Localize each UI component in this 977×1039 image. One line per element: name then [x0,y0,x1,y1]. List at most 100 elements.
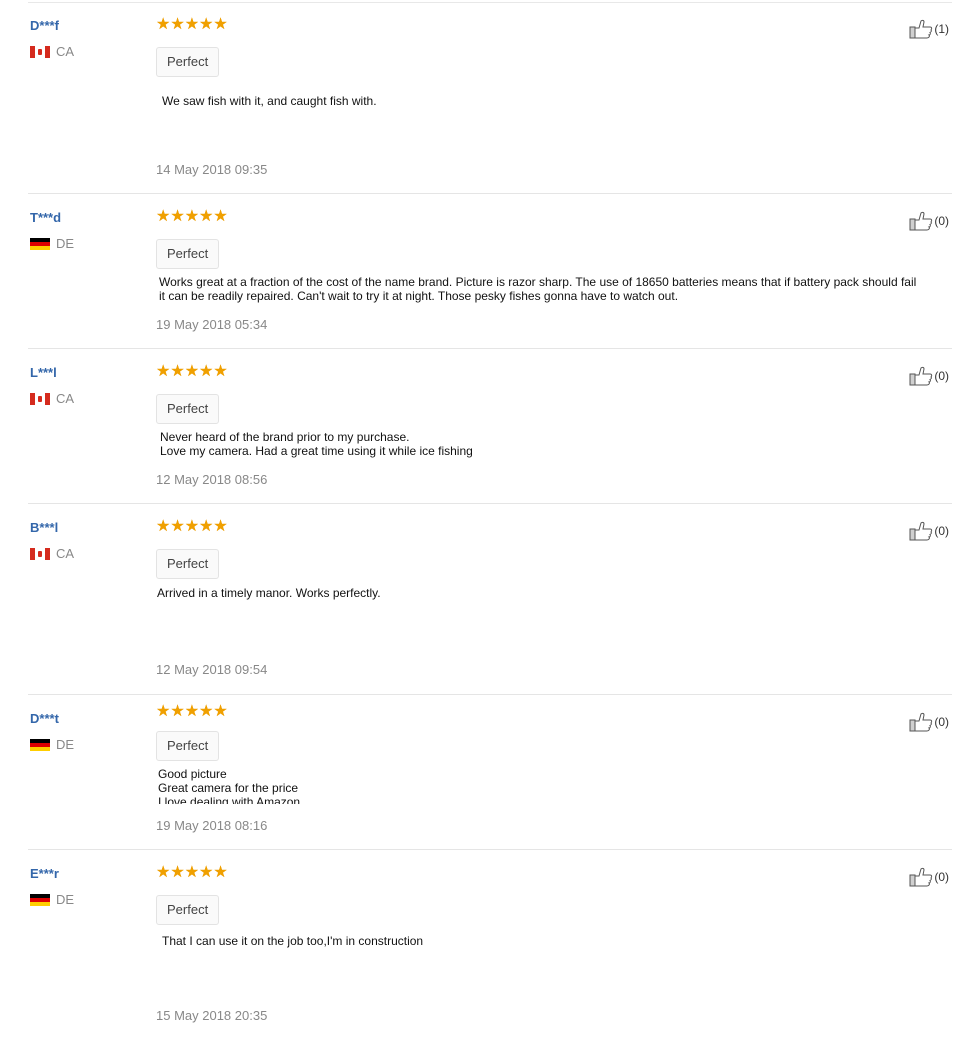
star-icon: ★ [213,16,228,33]
reviewer-name[interactable]: L***l [30,365,57,380]
thumbs-up-icon [909,712,933,732]
reviewer-name[interactable]: D***t [30,711,59,726]
reviewer-name[interactable]: D***f [30,18,59,33]
reviewer-country: DE [30,737,74,752]
review-date: 12 May 2018 09:54 [156,662,268,677]
star-rating: ★ ★ ★ ★ ★ [156,208,228,226]
review-text-line: We saw fish with it, and caught fish wit… [162,94,377,108]
reviewer-name[interactable]: E***r [30,866,59,881]
star-icon: ★ [156,518,171,535]
star-rating: ★ ★ ★ ★ ★ [156,703,228,721]
helpful-button[interactable]: (0) [909,867,949,887]
canada-flag-icon [30,392,50,405]
reviewer-country: DE [30,892,74,907]
germany-flag-icon [30,893,50,906]
germany-flag-icon [30,738,50,751]
review-date: 14 May 2018 09:35 [156,162,268,177]
reviewer-name[interactable]: T***d [30,210,61,225]
review-text: Good picture Great camera for the price … [158,767,948,804]
review-text-line: Love my camera. Had a great time using i… [160,444,473,458]
review-text-line: Never heard of the brand prior to my pur… [160,430,410,444]
rating-label-badge: Perfect [156,549,220,579]
star-icon: ★ [213,363,228,380]
germany-flag-icon [30,237,50,250]
review-date: 15 May 2018 20:35 [156,1008,268,1023]
star-icon: ★ [170,518,185,535]
helpful-button[interactable]: (0) [909,211,949,231]
star-icon: ★ [156,703,171,720]
star-icon: ★ [199,518,214,535]
star-icon: ★ [199,864,214,881]
rating-label-badge: Perfect [156,239,220,269]
star-icon: ★ [184,864,200,881]
star-rating: ★ ★ ★ ★ ★ [156,864,228,882]
reviewer-country: CA [30,391,74,406]
star-icon: ★ [184,703,200,720]
helpful-button[interactable]: (0) [909,521,949,541]
review-item: E***r DE ★ ★ ★ ★ ★ Perfect That I can use it… [0,850,977,1039]
review-text-line: it can be readily repaired. Can't wait t… [159,289,679,303]
helpful-count: (0) [934,715,949,729]
helpful-button[interactable]: (0) [909,366,949,386]
star-icon: ★ [213,703,228,720]
review-text-line: That I can use it on the job too,I'm in … [162,934,424,948]
star-icon: ★ [184,16,200,33]
helpful-count: (0) [934,214,949,228]
review-text: Never heard of the brand prior to my pur… [160,430,950,458]
helpful-count: (0) [934,870,949,884]
review-text-line: I love dealing with Amazon [158,795,301,804]
star-icon: ★ [156,864,171,881]
helpful-count: (0) [934,369,949,383]
canada-flag-icon [30,547,50,560]
rating-label-badge: Perfect [156,47,220,77]
thumbs-up-icon [909,521,933,541]
country-code: DE [56,737,75,752]
review-item: T***d DE ★ ★ ★ ★ ★ Perfect Works great at a … [0,194,977,349]
star-rating: ★ ★ ★ ★ ★ [156,363,228,381]
review-text-line: Good picture [158,767,227,781]
review-text: That I can use it on the job too,I'm in … [162,934,952,948]
star-icon: ★ [170,16,185,33]
helpful-button[interactable]: (1) [909,19,949,39]
star-icon: ★ [184,208,200,225]
review-text-line: Arrived in a timely manor. Works perfect… [157,586,381,600]
star-icon: ★ [213,864,228,881]
review-date: 12 May 2018 08:56 [156,472,268,487]
review-item: D***f CA ★ ★ ★ ★ ★ Perfect We saw fish with … [0,2,977,194]
star-icon: ★ [170,363,185,380]
thumbs-up-icon [909,211,933,231]
review-text: We saw fish with it, and caught fish wit… [162,94,952,108]
star-icon: ★ [213,208,228,225]
thumbs-up-icon [909,867,933,887]
country-code: DE [56,892,75,907]
review-date: 19 May 2018 08:16 [156,818,268,833]
reviewer-country: CA [30,546,74,561]
review-item: B***l CA ★ ★ ★ ★ ★ Perfect Arrived in a time… [0,504,977,695]
reviewer-country: DE [30,236,74,251]
star-icon: ★ [170,703,185,720]
star-icon: ★ [184,363,200,380]
country-code: DE [56,236,75,251]
star-icon: ★ [199,208,214,225]
star-icon: ★ [156,363,171,380]
helpful-count: (1) [934,22,949,36]
star-rating: ★ ★ ★ ★ ★ [156,518,228,536]
star-icon: ★ [199,16,214,33]
thumbs-up-icon [909,19,933,39]
star-icon: ★ [199,363,214,380]
rating-label-badge: Perfect [156,394,220,424]
star-icon: ★ [170,864,185,881]
rating-label-badge: Perfect [156,895,220,925]
rating-label-badge: Perfect [156,731,220,761]
country-code: CA [56,546,75,561]
star-icon: ★ [199,703,214,720]
review-date: 19 May 2018 05:34 [156,317,268,332]
star-icon: ★ [156,208,171,225]
reviewer-name[interactable]: B***l [30,520,58,535]
review-item: L***l CA ★ ★ ★ ★ ★ Perfect Never heard of th… [0,349,977,504]
helpful-button[interactable]: (0) [909,712,949,732]
review-text: Arrived in a timely manor. Works perfect… [157,586,947,600]
thumbs-up-icon [909,366,933,386]
country-code: CA [56,44,75,59]
star-icon: ★ [156,16,171,33]
